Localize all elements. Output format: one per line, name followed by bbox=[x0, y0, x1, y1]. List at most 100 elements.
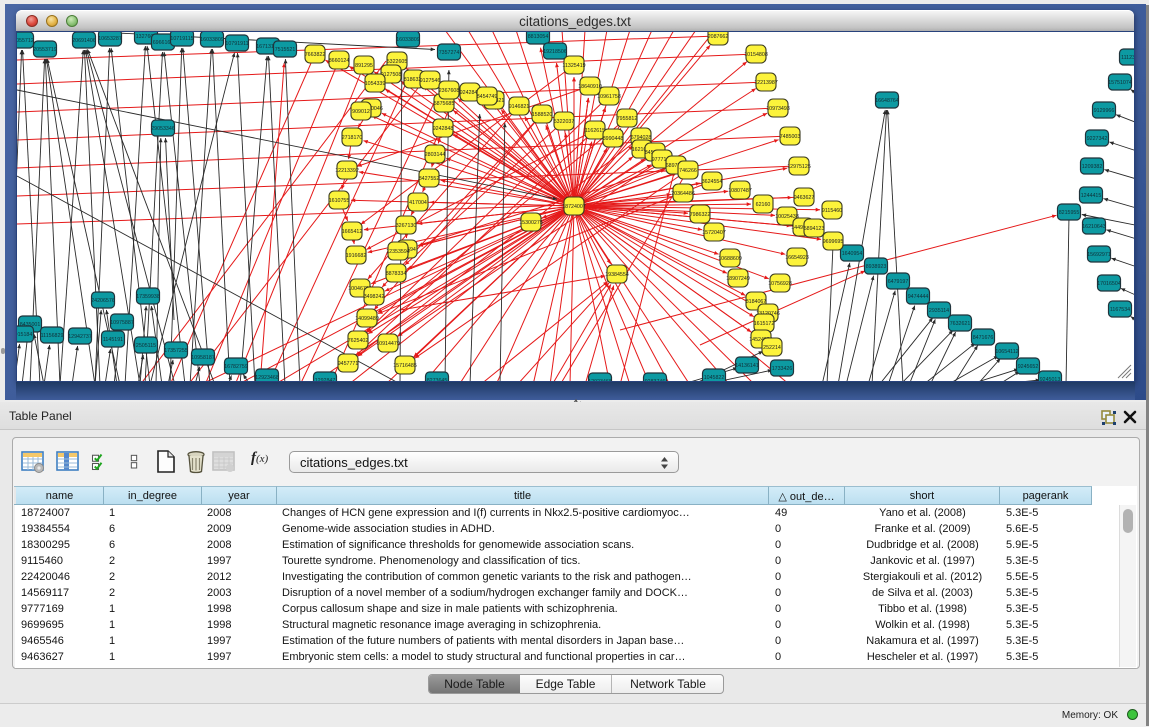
svg-text:62160: 62160 bbox=[756, 202, 771, 208]
svg-text:252214: 252214 bbox=[763, 345, 781, 351]
svg-text:20691406: 20691406 bbox=[72, 38, 96, 44]
svg-text:10973493: 10973493 bbox=[766, 106, 790, 112]
svg-text:1244415: 1244415 bbox=[1081, 193, 1102, 199]
svg-text:15692971: 15692971 bbox=[1087, 252, 1111, 258]
svg-text:10719115: 10719115 bbox=[170, 36, 193, 42]
svg-text:12213392: 12213392 bbox=[335, 168, 359, 174]
svg-text:7632621: 7632621 bbox=[950, 321, 971, 327]
svg-text:11156829: 11156829 bbox=[41, 333, 64, 339]
svg-text:2087662: 2087662 bbox=[708, 34, 729, 40]
svg-text:8660124: 8660124 bbox=[329, 58, 350, 64]
svg-text:9463627: 9463627 bbox=[794, 195, 815, 201]
svg-text:16210643: 16210643 bbox=[1082, 224, 1106, 230]
svg-text:9283746: 9283746 bbox=[645, 379, 666, 381]
svg-text:16654923: 16654923 bbox=[785, 255, 809, 261]
svg-text:9129966: 9129966 bbox=[1094, 108, 1115, 114]
svg-text:9699695: 9699695 bbox=[823, 239, 844, 245]
svg-text:8990448: 8990448 bbox=[603, 136, 624, 142]
svg-text:29053346: 29053346 bbox=[151, 126, 175, 132]
svg-text:17357255: 17357255 bbox=[164, 348, 188, 354]
svg-text:1145191: 1145191 bbox=[103, 337, 123, 343]
svg-text:12353594: 12353594 bbox=[386, 249, 410, 255]
svg-text:909012: 909012 bbox=[352, 109, 370, 115]
svg-text:746266: 746266 bbox=[679, 168, 697, 174]
svg-text:16033809: 16033809 bbox=[396, 37, 420, 43]
svg-text:10688609: 10688609 bbox=[718, 256, 742, 262]
svg-text:10914479: 10914479 bbox=[376, 341, 400, 347]
svg-text:3498242: 3498242 bbox=[364, 294, 385, 300]
svg-text:1209382: 1209382 bbox=[1082, 164, 1103, 170]
svg-text:15300275: 15300275 bbox=[519, 220, 543, 226]
svg-text:14136141: 14136141 bbox=[735, 363, 759, 369]
svg-text:1045822: 1045822 bbox=[704, 375, 725, 381]
svg-text:7986322: 7986322 bbox=[690, 212, 711, 218]
svg-text:18907249: 18907249 bbox=[726, 276, 750, 282]
svg-text:10975887: 10975887 bbox=[110, 320, 134, 326]
svg-text:9242848: 9242848 bbox=[433, 126, 454, 132]
svg-text:2935114: 2935114 bbox=[929, 308, 949, 314]
svg-text:18724007: 18724007 bbox=[562, 204, 586, 210]
svg-text:1054339: 1054339 bbox=[365, 81, 386, 87]
svg-text:1588520: 1588520 bbox=[532, 112, 553, 118]
svg-text:10958187: 10958187 bbox=[191, 355, 215, 361]
svg-text:2718170: 2718170 bbox=[342, 135, 363, 141]
svg-text:12923468: 12923468 bbox=[588, 379, 612, 381]
svg-text:10654112: 10654112 bbox=[995, 349, 1018, 355]
svg-text:8938923: 8938923 bbox=[866, 264, 887, 270]
svg-text:1610755: 1610755 bbox=[329, 198, 350, 204]
svg-text:417004: 417004 bbox=[409, 200, 427, 206]
svg-text:8273645: 8273645 bbox=[427, 378, 448, 381]
svg-text:1112345: 1112345 bbox=[1121, 55, 1134, 61]
svg-text:891295: 891295 bbox=[355, 63, 373, 69]
svg-text:8878334: 8878334 bbox=[386, 271, 407, 277]
svg-text:7625402: 7625402 bbox=[348, 338, 369, 344]
svg-text:1640954: 1640954 bbox=[842, 251, 863, 257]
svg-text:2367608: 2367608 bbox=[439, 88, 460, 94]
svg-text:10791911: 10791911 bbox=[225, 41, 248, 47]
svg-text:10756928: 10756928 bbox=[768, 281, 792, 287]
svg-text:9127546: 9127546 bbox=[420, 78, 441, 84]
svg-text:9457771: 9457771 bbox=[338, 361, 359, 367]
svg-text:1665412: 1665412 bbox=[342, 229, 363, 235]
svg-text:12213987: 12213987 bbox=[754, 80, 778, 86]
svg-text:16648764: 16648764 bbox=[875, 98, 899, 104]
svg-text:5875685: 5875685 bbox=[434, 101, 455, 107]
svg-text:1167534: 1167534 bbox=[1110, 307, 1130, 313]
svg-text:24206576: 24206576 bbox=[91, 298, 115, 304]
svg-text:19384554: 19384554 bbox=[605, 272, 629, 278]
svg-text:10154808: 10154808 bbox=[744, 52, 768, 58]
svg-text:15720407: 15720407 bbox=[702, 230, 726, 236]
svg-text:1916682: 1916682 bbox=[346, 253, 367, 259]
svg-text:8454749: 8454749 bbox=[477, 94, 498, 100]
svg-text:7357274: 7357274 bbox=[439, 50, 460, 56]
svg-text:17016504: 17016504 bbox=[1097, 281, 1121, 287]
svg-text:20364486: 20364486 bbox=[671, 191, 695, 197]
svg-text:9474444: 9474444 bbox=[908, 294, 929, 300]
svg-text:7515521: 7515521 bbox=[275, 47, 296, 53]
svg-text:8813054: 8813054 bbox=[528, 34, 549, 40]
svg-text:9227342: 9227342 bbox=[1087, 136, 1108, 142]
svg-text:3624554: 3624554 bbox=[702, 179, 723, 185]
svg-text:8471676: 8471676 bbox=[973, 335, 994, 341]
svg-text:8427552: 8427552 bbox=[419, 176, 440, 182]
svg-text:17359938: 17359938 bbox=[136, 294, 160, 300]
svg-text:5322037: 5322037 bbox=[554, 119, 575, 125]
svg-text:7663822: 7663822 bbox=[305, 52, 326, 58]
svg-text:12923468: 12923468 bbox=[255, 375, 279, 381]
svg-text:19218506: 19218506 bbox=[543, 49, 567, 55]
svg-text:18640910: 18640910 bbox=[578, 84, 602, 90]
svg-text:5894123: 5894123 bbox=[804, 226, 825, 232]
svg-text:8215955: 8215955 bbox=[1059, 210, 1080, 216]
svg-text:7955812: 7955812 bbox=[617, 116, 638, 122]
svg-text:16033809: 16033809 bbox=[200, 37, 224, 43]
svg-text:9146821: 9146821 bbox=[509, 104, 530, 110]
svg-text:12942737: 12942737 bbox=[68, 334, 92, 340]
svg-text:14055712: 14055712 bbox=[17, 38, 34, 44]
svg-text:1615172: 1615172 bbox=[754, 321, 775, 327]
svg-text:10961758: 10961758 bbox=[597, 94, 621, 100]
svg-text:2803144: 2803144 bbox=[425, 152, 446, 158]
svg-text:11325419: 11325419 bbox=[562, 63, 585, 69]
svg-text:15751074: 15751074 bbox=[1108, 80, 1132, 86]
svg-text:3915184: 3915184 bbox=[17, 332, 32, 338]
svg-text:15716485: 15716485 bbox=[393, 363, 417, 369]
